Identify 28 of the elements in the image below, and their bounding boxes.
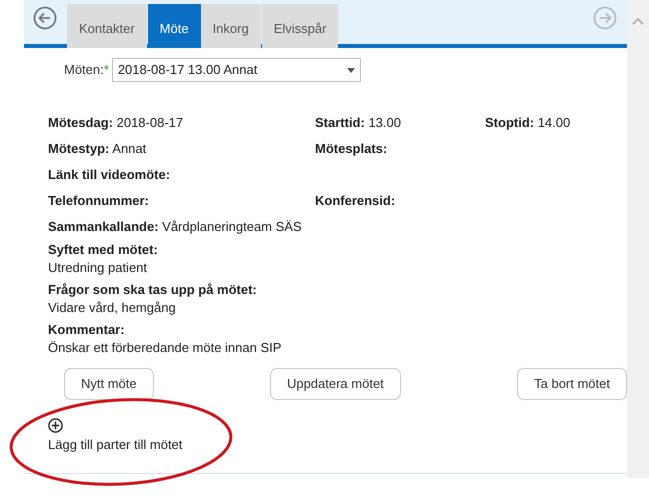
action-button[interactable]: Nytt möte	[64, 368, 154, 400]
section-text: Utredning patient	[48, 259, 148, 277]
dropdown-caret-icon	[346, 68, 355, 72]
field-text: Stoptid: 14.00	[485, 114, 572, 132]
section-text: Vidare vård, hemgång	[48, 299, 177, 317]
field-text: Mötesplats:	[315, 140, 388, 158]
field-text: Mötesdag: 2018-08-17	[48, 114, 184, 132]
field-text: Sammankallande: Vårdplaneringteam SÄS	[48, 218, 303, 236]
action-button[interactable]: Uppdatera mötet	[270, 368, 401, 400]
field-text: Konferensid:	[315, 192, 396, 210]
scrollbar[interactable]	[627, 0, 649, 478]
action-button[interactable]: Ta bort mötet	[517, 368, 627, 400]
scroll-up-icon[interactable]	[632, 17, 644, 25]
tab[interactable]: Kontakter	[67, 4, 147, 48]
section-label: Syftet med mötet:	[48, 241, 159, 259]
section-label: Frågor som ska tas upp på mötet:	[48, 281, 258, 299]
meeting-dropdown[interactable]: 2018-08-17 13.00 Annat	[112, 58, 361, 82]
field-text: Länk till videomöte:	[48, 166, 172, 184]
field-text: Telefonnummer:	[48, 192, 150, 210]
field-text: Mötestyp: Annat	[48, 140, 148, 158]
add-icon	[48, 418, 63, 433]
section-label: Kommentar:	[48, 321, 126, 339]
add-parties-button[interactable]: Lägg till parter till mötet	[48, 418, 627, 454]
field-label: Möten:*	[64, 61, 109, 80]
field-text: Starttid: 13.00	[315, 114, 402, 132]
tab[interactable]: Elvisspår	[262, 4, 338, 48]
section-text: Önskar ett förberedande möte innan SIP	[48, 339, 282, 357]
tab[interactable]: Inkorg	[200, 4, 261, 48]
